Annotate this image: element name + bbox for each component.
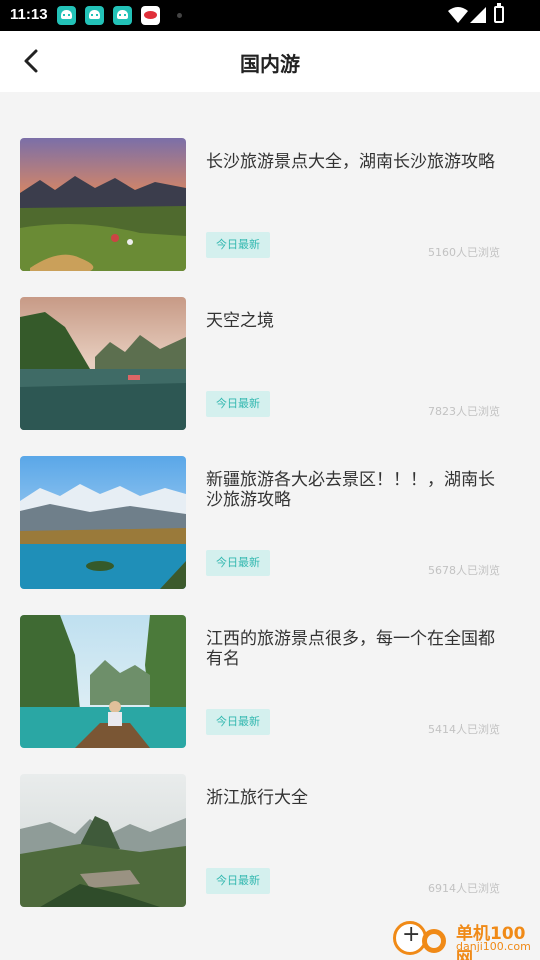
view-count: 5678人已浏览 <box>428 564 500 577</box>
ring-icon <box>422 929 446 953</box>
status-time: 11:13 <box>10 6 48 23</box>
article-item[interactable]: 天空之境 今日最新 7823人已浏览 <box>0 297 540 456</box>
article-item[interactable]: 长沙旅游景点大全，湖南长沙旅游攻略 今日最新 5160人已浏览 <box>0 138 540 297</box>
article-item[interactable]: 浙江旅行大全 今日最新 6914人已浏览 <box>0 774 540 933</box>
red-app-icon <box>141 6 160 25</box>
battery-icon <box>494 3 504 23</box>
article-item[interactable]: 新疆旅游各大必去景区！！！，湖南长沙旅游攻略 今日最新 5678人已浏览 <box>0 456 540 615</box>
article-title: 浙江旅行大全 <box>206 788 308 808</box>
status-bar: 11:13 <box>0 0 540 31</box>
app-notification-icon <box>113 6 132 25</box>
app-notification-icon <box>57 6 76 25</box>
article-item[interactable]: 江西的旅游景点很多，每一个在全国都有名 今日最新 5414人已浏览 <box>0 615 540 774</box>
article-title: 新疆旅游各大必去景区！！！，湖南长沙旅游攻略 <box>206 470 495 510</box>
article-title: 天空之境 <box>206 311 274 331</box>
app-notification-icon <box>85 6 104 25</box>
status-badge: 今日最新 <box>206 232 270 258</box>
app-header: 国内游 <box>0 31 540 92</box>
view-count: 5414人已浏览 <box>428 723 500 736</box>
status-badge: 今日最新 <box>206 709 270 735</box>
watermark-url: danji100.com <box>456 940 531 953</box>
article-title: 江西的旅游景点很多，每一个在全国都有名 <box>206 629 495 669</box>
view-count: 7823人已浏览 <box>428 405 500 418</box>
status-badge: 今日最新 <box>206 550 270 576</box>
watermark-logo: 单机100网 danji100.com <box>390 916 540 960</box>
wifi-icon <box>448 7 468 23</box>
article-list: 长沙旅游景点大全，湖南长沙旅游攻略 今日最新 5160人已浏览 天空之境 今日最… <box>0 138 540 933</box>
notification-dot-icon <box>177 13 182 18</box>
article-thumbnail <box>20 138 186 271</box>
view-count: 6914人已浏览 <box>428 882 500 895</box>
status-badge: 今日最新 <box>206 391 270 417</box>
article-thumbnail <box>20 297 186 430</box>
article-thumbnail <box>20 615 186 748</box>
status-badge: 今日最新 <box>206 868 270 894</box>
view-count: 5160人已浏览 <box>428 246 500 259</box>
article-thumbnail <box>20 774 186 907</box>
article-title: 长沙旅游景点大全，湖南长沙旅游攻略 <box>206 152 495 172</box>
signal-icon <box>470 7 486 23</box>
article-thumbnail <box>20 456 186 589</box>
page-title: 国内游 <box>240 52 300 76</box>
